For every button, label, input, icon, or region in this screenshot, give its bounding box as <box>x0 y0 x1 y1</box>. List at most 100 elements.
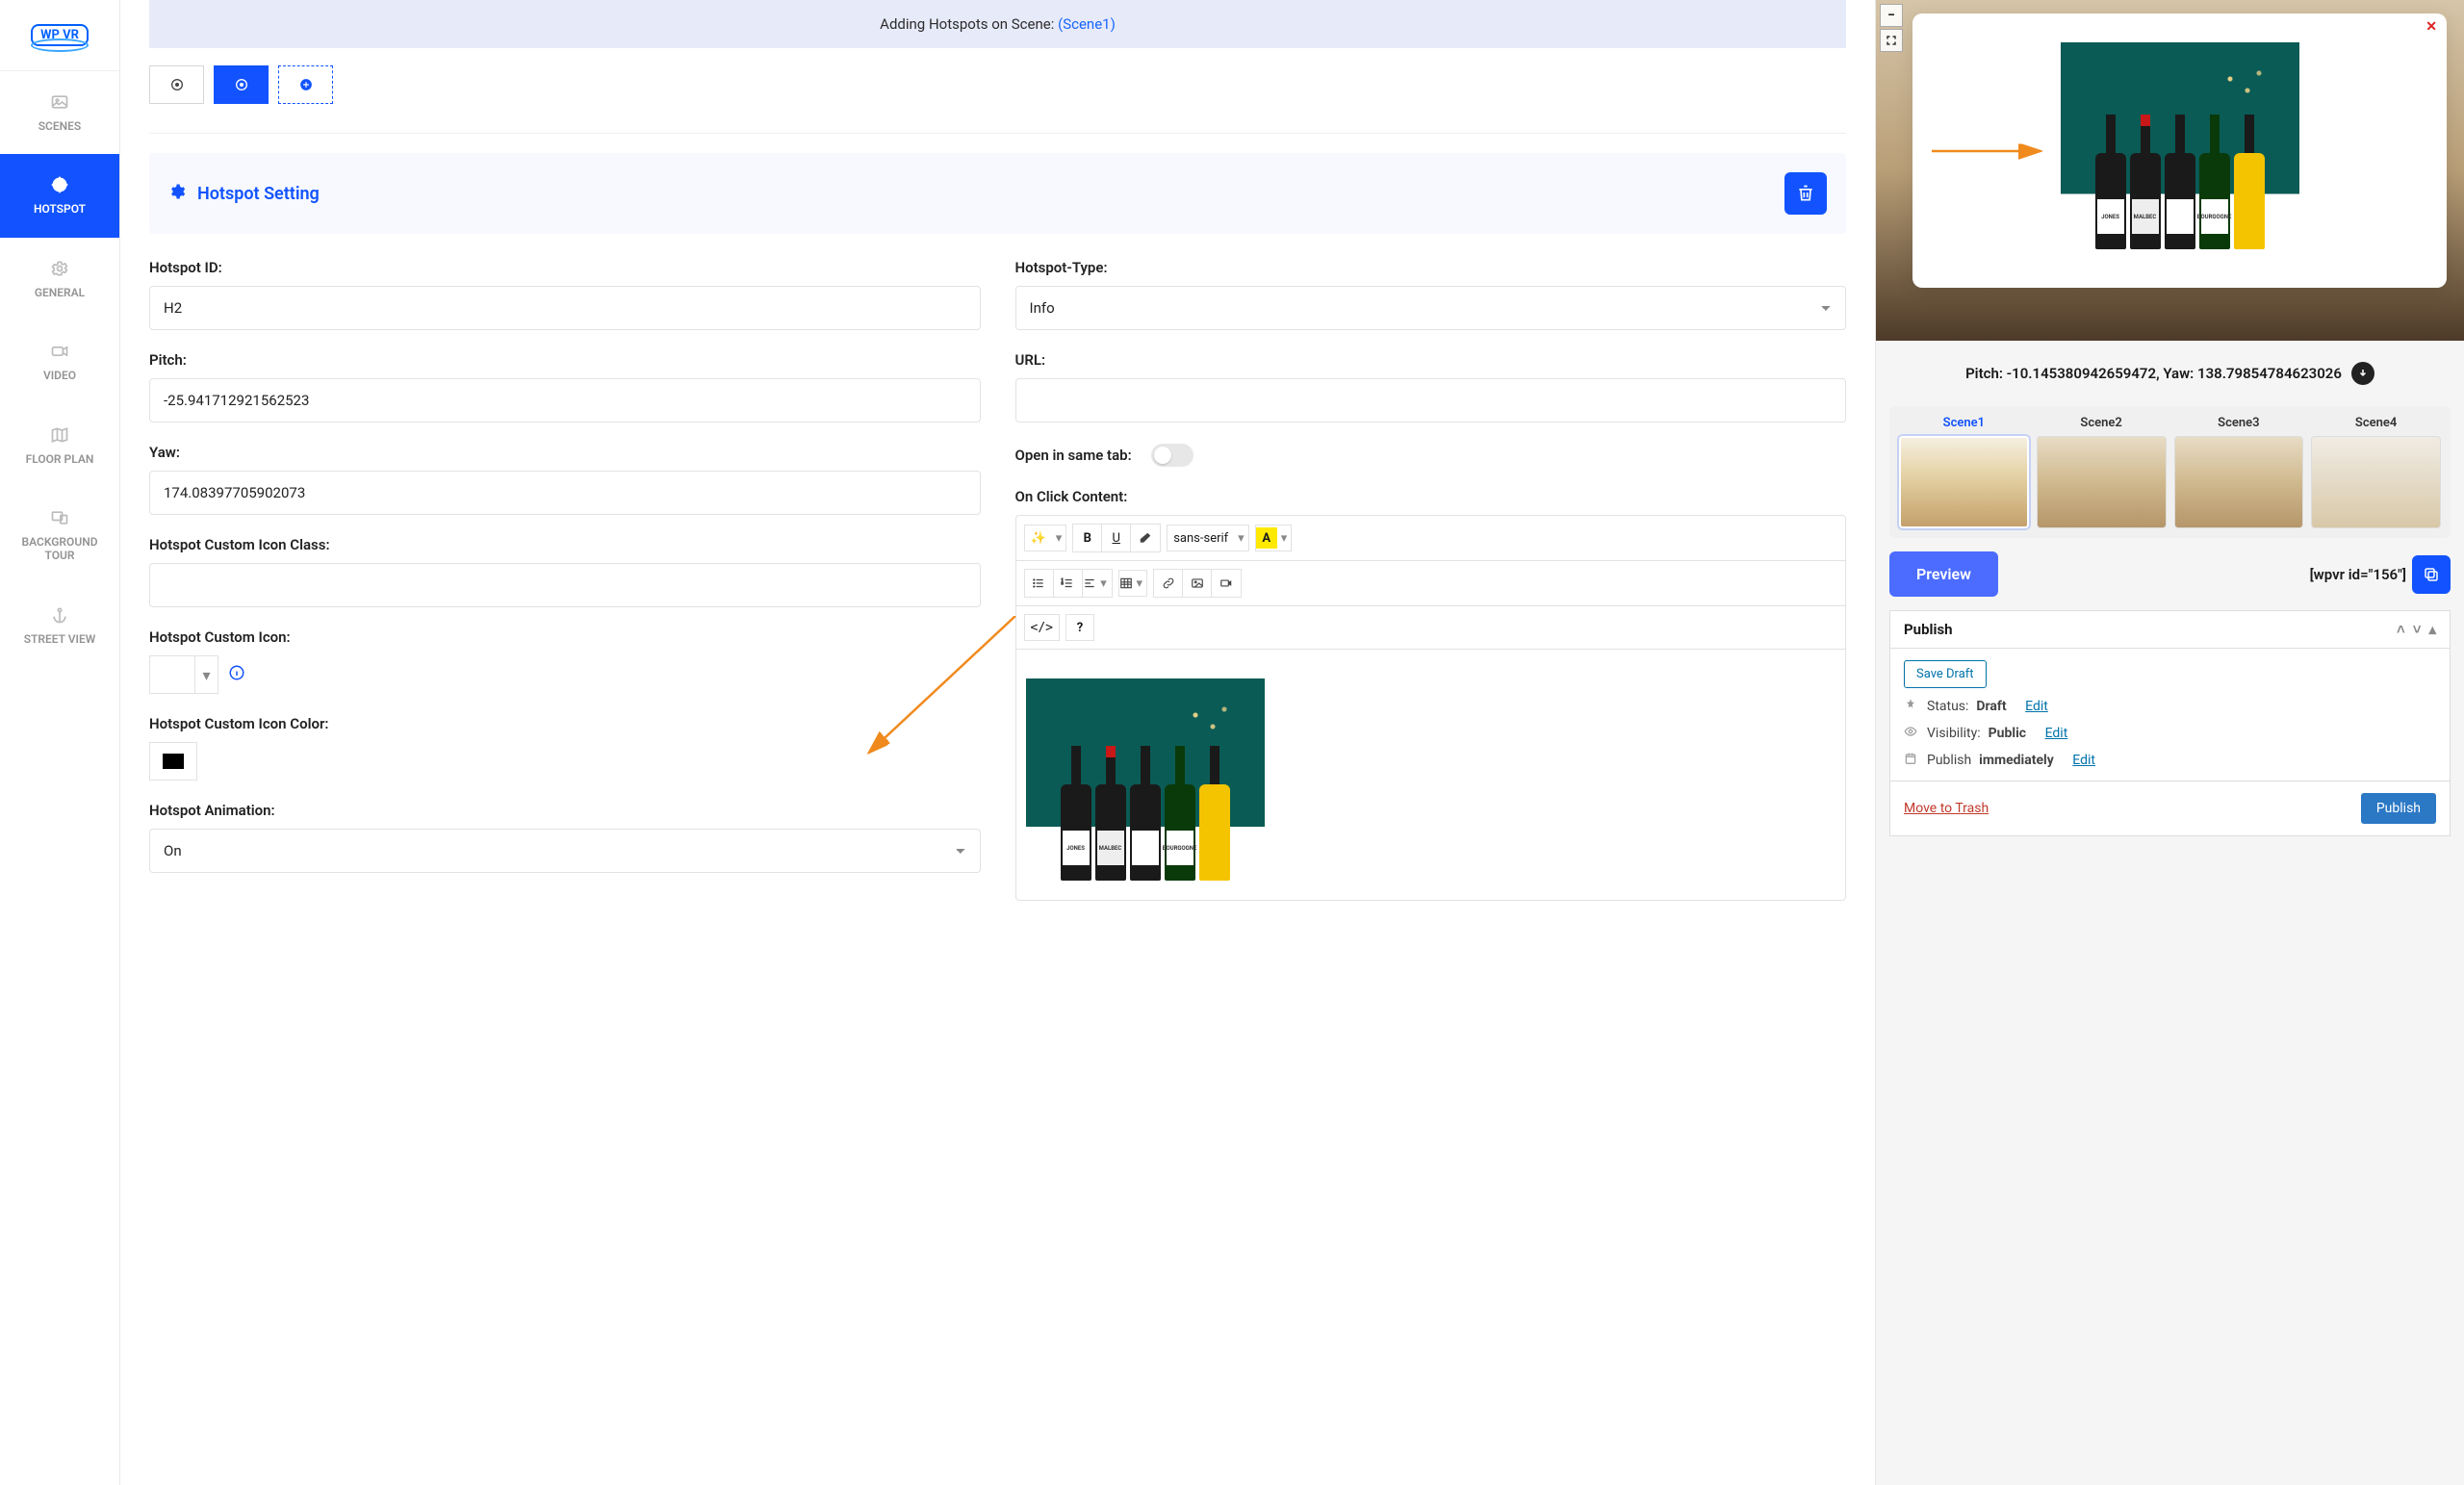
rte-image-button[interactable] <box>1183 570 1212 597</box>
preview-button[interactable]: Preview <box>1889 551 1998 597</box>
hotspot-id-label: Hotspot ID: <box>149 259 981 276</box>
rte-link-button[interactable] <box>1154 570 1183 597</box>
rte-ul-button[interactable] <box>1025 570 1054 597</box>
url-input[interactable] <box>1015 378 1847 422</box>
yaw-input[interactable] <box>149 471 981 515</box>
fullscreen-button[interactable] <box>1880 29 1903 52</box>
banner-prefix: Adding Hotspots on Scene: <box>880 15 1058 33</box>
scene-thumb-1[interactable]: Scene1 <box>1899 416 2029 528</box>
image-icon <box>50 92 69 112</box>
rte-align-button[interactable]: ▾ <box>1083 570 1112 597</box>
custom-icon-label: Hotspot Custom Icon: <box>149 628 981 646</box>
sidebar-item-hotspot[interactable]: HOTSPOT <box>0 154 119 237</box>
editor-panel: Adding Hotspots on Scene: (Scene1) Hotsp… <box>120 0 1875 1485</box>
hotspot-tabs <box>149 65 1846 134</box>
rte-bold-button[interactable]: B <box>1073 525 1102 551</box>
chevron-down-icon[interactable]: ˅ <box>2413 621 2422 638</box>
custom-icon-class-input[interactable] <box>149 563 981 607</box>
add-hotspot-tab[interactable] <box>278 65 333 104</box>
hotspot-tab-1[interactable] <box>149 65 204 104</box>
schedule-value: immediately <box>1979 753 2054 768</box>
sidebar-item-general[interactable]: GENERAL <box>0 238 119 320</box>
publish-button[interactable]: Publish <box>2361 793 2436 824</box>
yaw-label: Yaw: <box>149 444 981 461</box>
sidebar-item-label: HOTSPOT <box>34 202 86 216</box>
inserted-image[interactable]: JONES MALBEC BOURGOGNE <box>1026 678 1265 890</box>
gear-icon <box>50 259 69 278</box>
info-icon[interactable] <box>228 664 245 685</box>
copy-shortcode-button[interactable] <box>2412 555 2451 594</box>
pitch-input[interactable] <box>149 378 981 422</box>
hotspot-type-label: Hotspot-Type: <box>1015 259 1847 276</box>
sidebar-item-label: BACKGROUND TOUR <box>8 535 112 563</box>
open-same-tab-label: Open in same tab: <box>1015 447 1132 464</box>
sidebar-item-streetview[interactable]: STREET VIEW <box>0 584 119 667</box>
edit-status-link[interactable]: Edit <box>2025 699 2048 714</box>
scene-thumb-4[interactable]: Scene4 <box>2311 416 2441 528</box>
hotspot-type-select[interactable]: Info <box>1015 286 1847 330</box>
edit-schedule-link[interactable]: Edit <box>2072 753 2095 768</box>
scene-thumbnails: Scene1 Scene2 Scene3 Scene4 <box>1889 406 2451 538</box>
sidebar-item-label: SCENES <box>38 119 82 133</box>
sidebar-item-floorplan[interactable]: FLOOR PLAN <box>0 404 119 487</box>
gear-icon <box>168 183 186 205</box>
map-icon <box>50 425 69 445</box>
sidebar-item-video[interactable]: VIDEO <box>0 320 119 403</box>
rte-eraser-button[interactable] <box>1131 525 1160 551</box>
hotspot-id-input[interactable] <box>149 286 981 330</box>
rte-code-button[interactable]: </> <box>1024 614 1060 641</box>
rte-video-button[interactable] <box>1212 570 1241 597</box>
vr-preview-viewport[interactable]: − ✕ JONES MALBEC BOURGOGNE <box>1876 0 2464 341</box>
caret-up-icon[interactable]: ▴ <box>2428 621 2436 638</box>
custom-icon-picker[interactable]: ▾ <box>149 655 218 694</box>
sidebar-item-label: STREET VIEW <box>24 632 96 646</box>
video-icon <box>50 342 69 361</box>
rte-help-button[interactable]: ? <box>1065 614 1094 641</box>
scene-thumb-3[interactable]: Scene3 <box>2174 416 2304 528</box>
banner-scene-link[interactable]: (Scene1) <box>1058 15 1116 33</box>
scene-thumb-2[interactable]: Scene2 <box>2037 416 2167 528</box>
rte-magic-button[interactable]: ✨▾ <box>1024 525 1067 551</box>
save-draft-button[interactable]: Save Draft <box>1904 660 1987 688</box>
close-icon[interactable]: ✕ <box>2426 19 2437 35</box>
hotspot-setting-title: Hotspot Setting <box>197 184 320 204</box>
sidebar-item-scenes[interactable]: SCENES <box>0 71 119 154</box>
hotspot-animation-label: Hotspot Animation: <box>149 802 981 819</box>
edit-visibility-link[interactable]: Edit <box>2045 726 2068 741</box>
on-click-content-label: On Click Content: <box>1015 488 1847 505</box>
sidebar-item-label: GENERAL <box>35 286 85 299</box>
svg-text:2: 2 <box>1062 581 1064 585</box>
sidebar-item-bgtour[interactable]: BACKGROUND TOUR <box>0 487 119 584</box>
download-coords-button[interactable] <box>2351 362 2374 385</box>
delete-hotspot-button[interactable] <box>1784 172 1827 215</box>
zoom-out-button[interactable]: − <box>1880 4 1903 27</box>
visibility-value: Public <box>1989 726 2026 741</box>
pitch-label: Pitch: <box>149 351 981 369</box>
color-picker[interactable] <box>149 742 197 781</box>
hotspot-popup: ✕ JONES MALBEC BOURGOGNE <box>1912 13 2447 288</box>
color-swatch-inner <box>163 754 184 769</box>
custom-icon-class-label: Hotspot Custom Icon Class: <box>149 536 981 553</box>
calendar-icon <box>1904 752 1919 769</box>
chevron-down-icon: ▾ <box>194 656 218 693</box>
scene-banner: Adding Hotspots on Scene: (Scene1) <box>149 0 1846 48</box>
hotspot-animation-select[interactable]: On <box>149 829 981 873</box>
rte-color-button[interactable]: A▾ <box>1255 525 1293 551</box>
rte-table-button[interactable]: ▾ <box>1118 570 1148 597</box>
status-value: Draft <box>1976 699 2006 714</box>
rte-underline-button[interactable]: U <box>1102 525 1131 551</box>
annotation-arrow-icon <box>1932 141 2047 161</box>
chevron-up-icon[interactable]: ˄ <box>2397 621 2405 638</box>
rte-ol-button[interactable]: 12 <box>1054 570 1083 597</box>
logo: WP VR <box>0 0 119 71</box>
hotspot-tab-2[interactable] <box>214 65 269 104</box>
rte-content-area[interactable]: JONES MALBEC BOURGOGNE <box>1016 650 1846 900</box>
open-same-tab-toggle[interactable] <box>1151 444 1194 467</box>
rte-font-select[interactable]: sans-serif▾ <box>1167 525 1248 551</box>
anchor-icon <box>50 605 69 625</box>
url-label: URL: <box>1015 351 1847 369</box>
preview-panel: − ✕ JONES MALBEC BOURGOGNE <box>1875 0 2464 1485</box>
move-to-trash-link[interactable]: Move to Trash <box>1904 801 1989 816</box>
devices-icon <box>50 508 69 527</box>
sidebar-item-label: FLOOR PLAN <box>26 452 94 466</box>
